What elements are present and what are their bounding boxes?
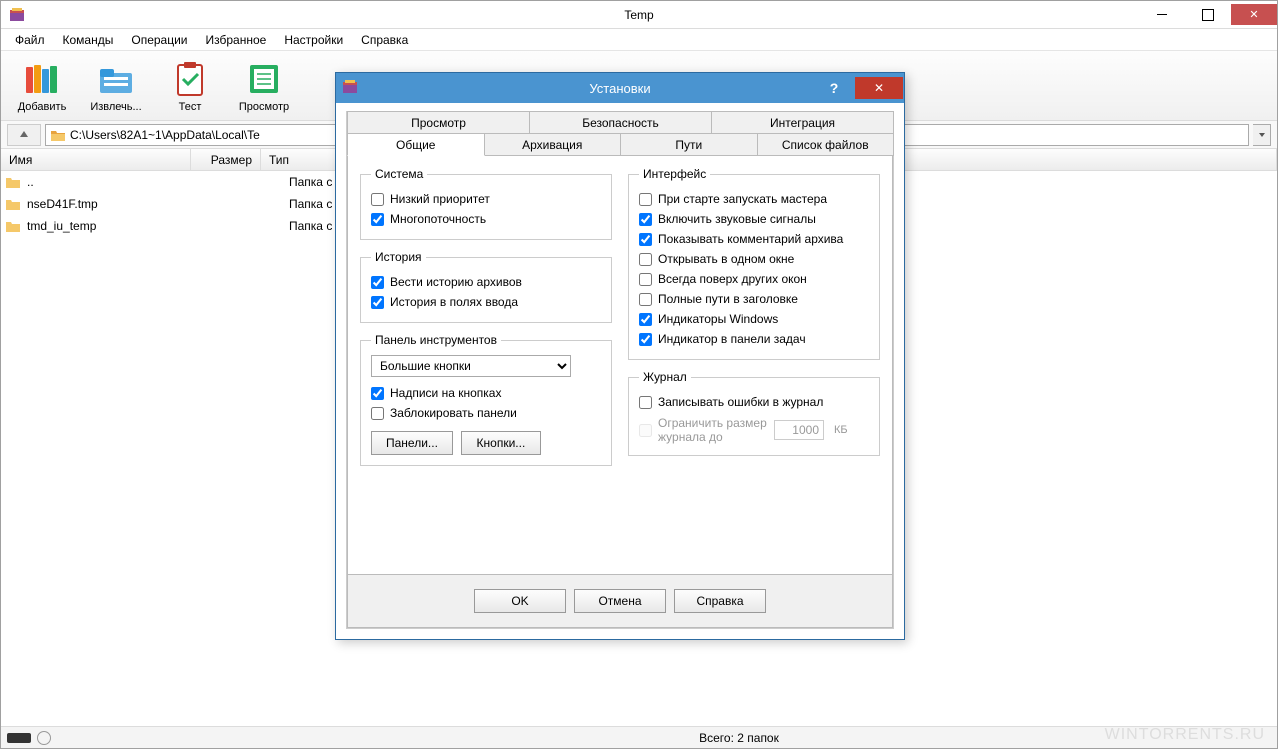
window-title: Temp: [624, 8, 653, 22]
folder-icon: [5, 174, 21, 190]
group-interface: Интерфейс При старте запускать мастера В…: [628, 167, 880, 360]
dialog-close-button[interactable]: [855, 77, 903, 99]
path-dropdown-button[interactable]: [1253, 124, 1271, 146]
titlebar: Temp: [1, 1, 1277, 29]
chk-lock-panels[interactable]: Заблокировать панели: [371, 403, 601, 423]
tab-general[interactable]: Общие: [347, 133, 485, 156]
toolbar-view-button[interactable]: Просмотр: [229, 57, 299, 115]
col-name[interactable]: Имя: [1, 149, 191, 170]
tabs: Просмотр Безопасность Интеграция Общие А…: [346, 111, 894, 629]
chk-multithreading[interactable]: Многопоточность: [371, 209, 601, 229]
chk-archive-history[interactable]: Вести историю архивов: [371, 272, 601, 292]
up-button[interactable]: [7, 124, 41, 146]
key-icon: [7, 733, 31, 743]
panels-button[interactable]: Панели...: [371, 431, 453, 455]
help-button[interactable]: Справка: [674, 589, 766, 613]
minimize-button[interactable]: [1139, 4, 1185, 25]
group-log: Журнал Записывать ошибки в журнал Ограни…: [628, 370, 880, 456]
menu-operations[interactable]: Операции: [123, 31, 195, 49]
tab-archiving[interactable]: Архивация: [484, 133, 622, 156]
log-limit-field: [774, 420, 824, 440]
menubar: Файл Команды Операции Избранное Настройк…: [1, 29, 1277, 51]
chk-low-priority[interactable]: Низкий приоритет: [371, 189, 601, 209]
clipboard-check-icon: [170, 59, 210, 99]
tab-paths[interactable]: Пути: [620, 133, 758, 156]
folder-icon: [5, 218, 21, 234]
chk-enable-sounds[interactable]: Включить звуковые сигналы: [639, 209, 869, 229]
menu-file[interactable]: Файл: [7, 31, 53, 49]
dialog-help-button[interactable]: ?: [813, 77, 855, 99]
dialog-title: Установки: [589, 81, 650, 96]
chk-full-paths[interactable]: Полные пути в заголовке: [639, 289, 869, 309]
group-toolbar: Панель инструментов Большие кнопки Надпи…: [360, 333, 612, 466]
toolbar-add-button[interactable]: Добавить: [7, 57, 77, 115]
folder-icon: [5, 196, 21, 212]
dialog-titlebar: Установки ?: [336, 73, 904, 103]
menu-settings[interactable]: Настройки: [276, 31, 351, 49]
group-system: Система Низкий приоритет Многопоточность: [360, 167, 612, 240]
statusbar: Всего: 2 папок: [1, 726, 1277, 748]
menu-commands[interactable]: Команды: [55, 31, 122, 49]
chk-always-on-top[interactable]: Всегда поверх других окон: [639, 269, 869, 289]
chk-button-labels[interactable]: Надписи на кнопках: [371, 383, 601, 403]
book-view-icon: [244, 59, 284, 99]
winrar-icon: [9, 7, 25, 23]
chk-win-indicators[interactable]: Индикаторы Windows: [639, 309, 869, 329]
tab-view[interactable]: Просмотр: [347, 111, 530, 134]
ok-button[interactable]: OK: [474, 589, 566, 613]
winrar-icon: [342, 79, 358, 98]
chk-limit-log: [639, 420, 652, 440]
chk-log-errors[interactable]: Записывать ошибки в журнал: [639, 392, 869, 412]
select-button-size[interactable]: Большие кнопки: [371, 355, 571, 377]
chk-taskbar-indicator[interactable]: Индикатор в панели задач: [639, 329, 869, 349]
dialog-footer: OK Отмена Справка: [347, 575, 893, 628]
cancel-button[interactable]: Отмена: [574, 589, 666, 613]
chk-show-comment[interactable]: Показывать комментарий архива: [639, 229, 869, 249]
chk-one-window[interactable]: Открывать в одном окне: [639, 249, 869, 269]
toolbar-extract-button[interactable]: Извлечь...: [81, 57, 151, 115]
tab-filelist[interactable]: Список файлов: [757, 133, 895, 156]
buttons-button[interactable]: Кнопки...: [461, 431, 541, 455]
chk-wizard-start[interactable]: При старте запускать мастера: [639, 189, 869, 209]
col-size[interactable]: Размер: [191, 149, 261, 170]
tab-integration[interactable]: Интеграция: [711, 111, 894, 134]
chk-field-history[interactable]: История в полях ввода: [371, 292, 601, 312]
group-history: История Вести историю архивов История в …: [360, 250, 612, 323]
close-button[interactable]: [1231, 4, 1277, 25]
watermark: WINTORRENTS.RU: [1105, 726, 1265, 744]
menu-help[interactable]: Справка: [353, 31, 416, 49]
books-add-icon: [22, 59, 62, 99]
folder-icon: [50, 127, 66, 143]
disk-icon: [37, 731, 51, 745]
tab-security[interactable]: Безопасность: [529, 111, 712, 134]
menu-favorites[interactable]: Избранное: [198, 31, 275, 49]
toolbar-test-button[interactable]: Тест: [155, 57, 225, 115]
settings-dialog: Установки ? Просмотр Безопасность Интегр…: [335, 72, 905, 640]
window-controls: [1139, 4, 1277, 25]
maximize-button[interactable]: [1185, 4, 1231, 25]
folder-extract-icon: [96, 59, 136, 99]
